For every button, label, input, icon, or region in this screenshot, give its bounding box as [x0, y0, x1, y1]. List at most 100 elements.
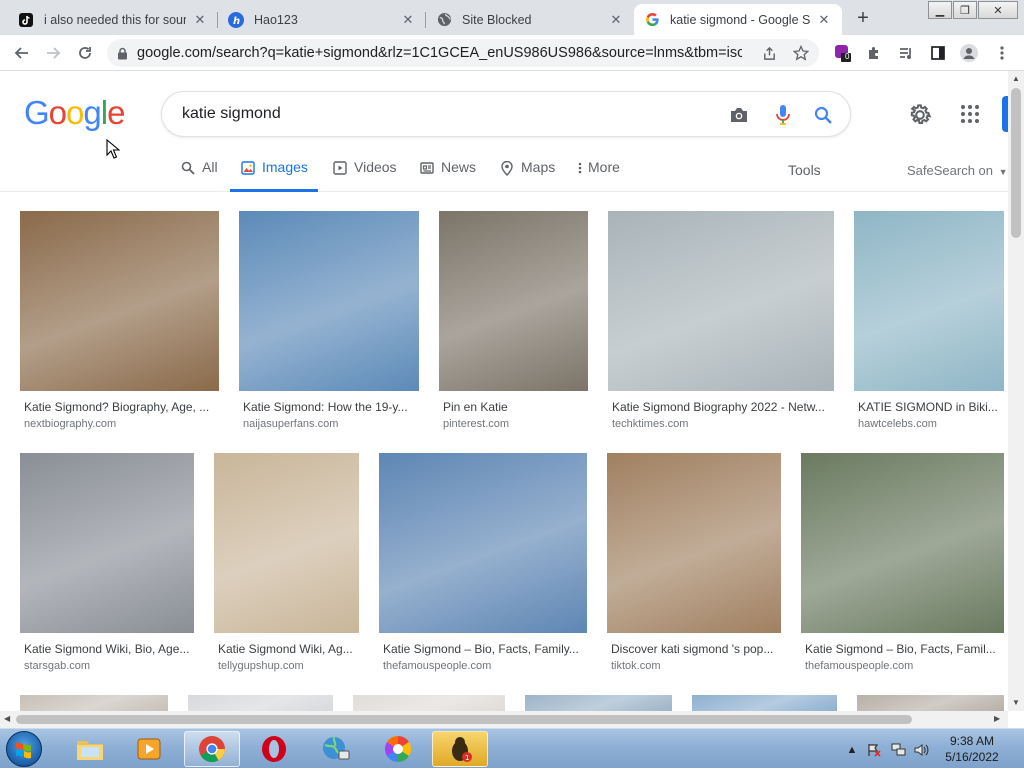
result-title[interactable]: Katie Sigmond: How the 19-y...: [243, 400, 415, 414]
share-icon[interactable]: [760, 44, 778, 62]
result-title[interactable]: Katie Sigmond Wiki, Ag...: [218, 642, 355, 656]
file-explorer-taskbar-icon[interactable]: [62, 731, 118, 767]
image-thumbnail[interactable]: [857, 695, 1004, 711]
result-source[interactable]: nextbiography.com: [24, 418, 215, 430]
result-source[interactable]: tiktok.com: [611, 660, 777, 672]
image-result[interactable]: KATIE SIGMOND in Biki... hawtcelebs.com: [854, 211, 1004, 436]
start-button[interactable]: [6, 731, 42, 767]
image-thumbnail[interactable]: [20, 695, 168, 711]
horizontal-scroll-thumb[interactable]: [16, 715, 912, 724]
extension-badge-icon[interactable]: 0: [834, 44, 852, 62]
vertical-scroll-thumb[interactable]: [1011, 88, 1021, 238]
close-tab-icon[interactable]: ✕: [608, 12, 624, 28]
result-source[interactable]: pinterest.com: [443, 418, 584, 430]
result-source[interactable]: thefamouspeople.com: [805, 660, 1000, 672]
forward-button[interactable]: [40, 40, 66, 66]
url-text[interactable]: google.com/search?q=katie+sigmond&rlz=1C…: [137, 45, 742, 61]
result-title[interactable]: Katie Sigmond – Bio, Facts, Famil...: [805, 642, 1000, 656]
image-thumbnail[interactable]: [239, 211, 419, 391]
back-button[interactable]: [9, 40, 35, 66]
tab-videos[interactable]: Videos: [332, 159, 397, 192]
new-tab-button[interactable]: +: [852, 7, 874, 29]
tools-button[interactable]: Tools: [788, 162, 821, 178]
browser-tab[interactable]: h Hao123 ✕: [218, 4, 426, 35]
tab-more[interactable]: More: [576, 159, 620, 192]
image-result[interactable]: Discover kati sigmond 's pop... tiktok.co…: [607, 453, 781, 678]
result-title[interactable]: Katie Sigmond – Bio, Facts, Family...: [383, 642, 583, 656]
search-icon[interactable]: [812, 104, 834, 126]
result-title[interactable]: Pin en Katie: [443, 400, 584, 414]
result-title[interactable]: Katie Sigmond Wiki, Bio, Age...: [24, 642, 190, 656]
scroll-right-arrow-icon[interactable]: ▶: [994, 714, 1000, 723]
security-app-taskbar-icon[interactable]: 1: [432, 731, 488, 767]
result-source[interactable]: tellygupshup.com: [218, 660, 355, 672]
media-player-taskbar-icon[interactable]: [122, 731, 178, 767]
result-title[interactable]: KATIE SIGMOND in Biki...: [858, 400, 1000, 414]
image-result[interactable]: Pin en Katie pinterest.com: [439, 211, 588, 436]
result-source[interactable]: thefamouspeople.com: [383, 660, 583, 672]
tab-images[interactable]: Images: [230, 159, 318, 192]
tab-maps[interactable]: Maps: [499, 159, 555, 192]
image-thumbnail[interactable]: [188, 695, 333, 711]
image-thumbnail[interactable]: [854, 211, 1004, 391]
close-tab-icon[interactable]: ✕: [816, 12, 832, 28]
chrome-taskbar-icon[interactable]: [184, 731, 240, 767]
result-source[interactable]: naijasuperfans.com: [243, 418, 415, 430]
result-source[interactable]: hawtcelebs.com: [858, 418, 1000, 430]
opera-taskbar-icon[interactable]: [246, 731, 302, 767]
image-thumbnail[interactable]: [214, 453, 359, 633]
side-panel-icon[interactable]: [929, 44, 947, 62]
vertical-scrollbar[interactable]: ▲ ▼: [1008, 71, 1024, 711]
profile-avatar-icon[interactable]: [960, 44, 978, 62]
image-thumbnail[interactable]: [439, 211, 588, 391]
result-title[interactable]: Katie Sigmond? Biography, Age, ...: [24, 400, 215, 414]
close-window-button[interactable]: ✕: [978, 1, 1018, 19]
colorful-app-taskbar-icon[interactable]: [370, 731, 426, 767]
scroll-down-arrow-icon[interactable]: ▼: [1012, 698, 1020, 707]
google-apps-grid-icon[interactable]: [959, 103, 981, 125]
bookmark-star-icon[interactable]: [792, 44, 810, 62]
network-tray-icon[interactable]: [891, 742, 907, 758]
media-queue-icon[interactable]: [897, 44, 915, 62]
google-logo[interactable]: Google: [24, 94, 125, 132]
puzzle-extensions-icon[interactable]: [865, 44, 883, 62]
image-thumbnail[interactable]: [20, 453, 194, 633]
search-input[interactable]: katie sigmond: [182, 105, 281, 123]
maximize-button[interactable]: ❐: [953, 1, 977, 19]
browser-tab-active[interactable]: katie sigmond - Google Se ✕: [634, 4, 842, 35]
result-source[interactable]: starsgab.com: [24, 660, 190, 672]
tab-all[interactable]: All: [180, 159, 218, 192]
horizontal-scrollbar[interactable]: ◀ ▶: [0, 711, 1008, 728]
result-title[interactable]: Katie Sigmond Biography 2022 - Netw...: [612, 400, 830, 414]
browser-tab[interactable]: i also needed this for sound ✕: [8, 4, 218, 35]
image-thumbnail[interactable]: [379, 453, 587, 633]
image-result[interactable]: Katie Sigmond: How the 19-y... naijasuper…: [239, 211, 419, 436]
image-result[interactable]: Katie Sigmond Wiki, Bio, Age... starsgab.…: [20, 453, 194, 678]
scroll-up-arrow-icon[interactable]: ▲: [1012, 74, 1020, 83]
search-box[interactable]: katie sigmond: [161, 91, 851, 137]
close-tab-icon[interactable]: ✕: [400, 12, 416, 28]
image-result[interactable]: Katie Sigmond Biography 2022 - Netw... te…: [608, 211, 834, 436]
camera-icon[interactable]: [728, 104, 750, 126]
scroll-left-arrow-icon[interactable]: ◀: [4, 714, 10, 723]
safesearch-dropdown[interactable]: SafeSearch on ▼: [907, 163, 1008, 178]
image-thumbnail[interactable]: [692, 695, 837, 711]
taskbar-clock[interactable]: 9:38 AM 5/16/2022: [940, 733, 1004, 765]
microphone-icon[interactable]: [772, 104, 794, 126]
image-thumbnail[interactable]: [20, 211, 219, 391]
reload-button[interactable]: [72, 40, 98, 66]
close-tab-icon[interactable]: ✕: [192, 12, 208, 28]
show-hidden-icons-arrow-icon[interactable]: ▲: [844, 742, 860, 758]
image-result[interactable]: Katie Sigmond? Biography, Age, ... nextbi…: [20, 211, 219, 436]
image-result[interactable]: Katie Sigmond – Bio, Facts, Family... the…: [379, 453, 587, 678]
minimize-button[interactable]: ▁: [928, 1, 952, 19]
network-globe-taskbar-icon[interactable]: [308, 731, 364, 767]
result-title[interactable]: Discover kati sigmond 's pop...: [611, 642, 777, 656]
image-result[interactable]: Katie Sigmond – Bio, Facts, Famil... thef…: [801, 453, 1004, 678]
result-source[interactable]: techktimes.com: [612, 418, 830, 430]
image-thumbnail[interactable]: [353, 695, 505, 711]
action-center-flag-icon[interactable]: [866, 742, 882, 758]
volume-tray-icon[interactable]: [914, 742, 930, 758]
image-thumbnail[interactable]: [608, 211, 834, 391]
tab-news[interactable]: News: [419, 159, 476, 192]
